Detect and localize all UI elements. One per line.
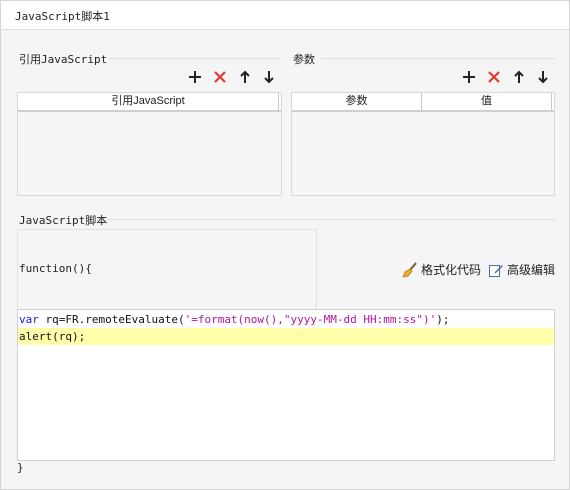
function-close-text: } (17, 461, 24, 474)
code-line[interactable]: alert(rq); (18, 328, 554, 345)
arrow-up-icon (240, 70, 250, 83)
arrow-down-icon (264, 71, 274, 84)
code-editor[interactable]: var rq=FR.remoteEvaluate('=format(now(),… (17, 309, 555, 461)
references-table-header: 引用JavaScript (18, 93, 281, 112)
plus-icon (463, 71, 475, 83)
move-reference-down-button[interactable] (260, 68, 278, 86)
delete-reference-button[interactable] (211, 68, 229, 86)
broom-icon (402, 261, 417, 278)
delete-icon (488, 71, 500, 83)
parameters-table-header: 参数 值 (292, 93, 554, 112)
code-token: rq=FR.remoteEvaluate( (38, 313, 185, 326)
move-parameter-down-button[interactable] (534, 68, 552, 86)
move-reference-up-button[interactable] (236, 68, 254, 86)
code-token: alert(rq); (19, 330, 86, 343)
parameters-divider (321, 58, 555, 59)
edit-icon (489, 264, 503, 277)
plus-icon (189, 71, 201, 83)
parameters-table[interactable]: 参数 值 (291, 92, 555, 196)
title-bar: JavaScript脚本1 (1, 1, 569, 30)
function-open-text: function(){ (19, 262, 92, 275)
code-token: ); (436, 313, 450, 326)
code-token: var (19, 313, 39, 326)
function-header-area: function(){ (17, 229, 317, 311)
references-section-label: 引用JavaScript (19, 53, 108, 66)
parameters-section-label: 参数 (293, 53, 315, 66)
delete-icon (214, 71, 226, 83)
dialog-window: JavaScript脚本1 引用JavaScript 引用JavaScript … (0, 0, 570, 490)
format-code-label: 格式化代码 (421, 263, 482, 277)
move-parameter-up-button[interactable] (510, 68, 528, 86)
script-divider (107, 219, 555, 220)
parameter-name-column-header[interactable]: 参数 (292, 93, 422, 110)
delete-parameter-button[interactable] (485, 68, 503, 86)
arrow-down-icon (538, 71, 548, 84)
add-reference-button[interactable] (186, 68, 204, 86)
parameter-value-column-header[interactable]: 值 (422, 93, 552, 110)
window-title: JavaScript脚本1 (15, 10, 110, 23)
arrow-up-icon (514, 70, 524, 83)
add-parameter-button[interactable] (460, 68, 478, 86)
advanced-edit-button[interactable]: 高级编辑 (488, 261, 555, 278)
references-divider (109, 58, 281, 59)
script-section-label: JavaScript脚本 (19, 214, 108, 227)
references-column-header[interactable]: 引用JavaScript (18, 93, 279, 110)
format-code-button[interactable]: 格式化代码 (402, 261, 481, 278)
advanced-edit-label: 高级编辑 (507, 263, 556, 277)
code-line[interactable]: var rq=FR.remoteEvaluate('=format(now(),… (18, 311, 554, 328)
code-token: '=format(now(),"yyyy-MM-dd HH:mm:ss")' (184, 313, 437, 326)
references-table[interactable]: 引用JavaScript (17, 92, 282, 196)
